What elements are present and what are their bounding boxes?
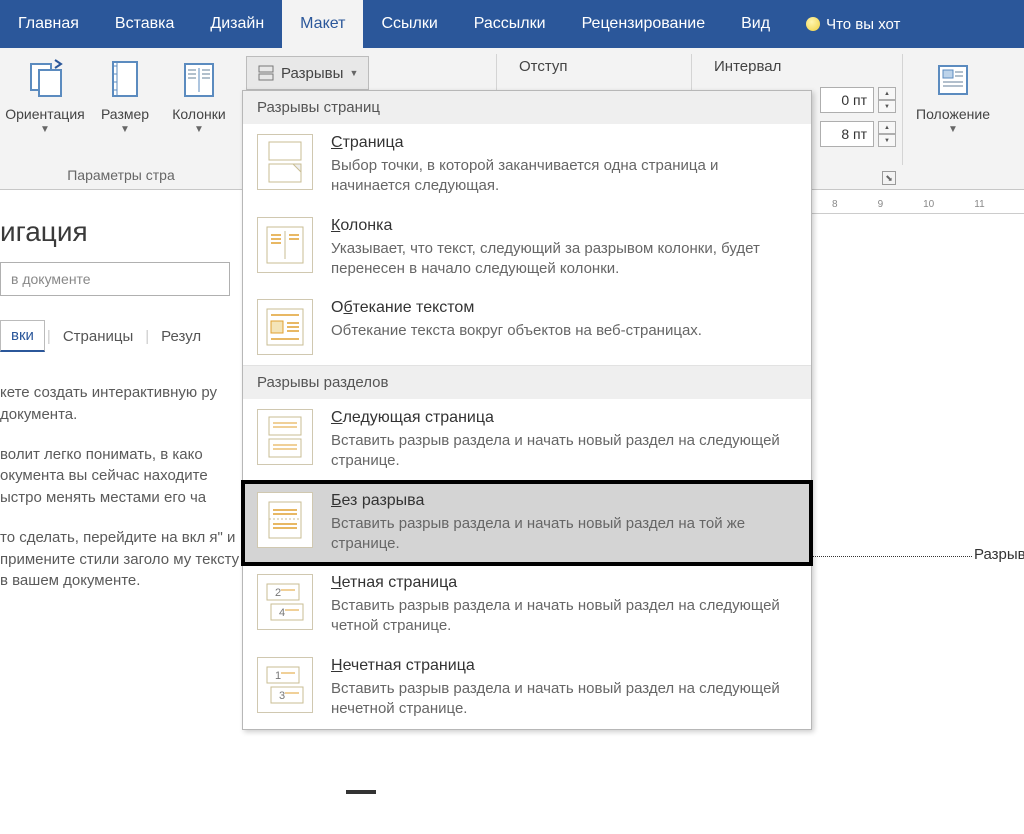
breaks-button[interactable]: Разрывы ▼: [246, 56, 369, 90]
svg-text:2: 2: [275, 587, 281, 599]
breaks-icon: [257, 64, 275, 82]
menu-item-desc: Указывает, что текст, следующий за разры…: [331, 239, 797, 280]
dialog-launcher-icon[interactable]: ⬊: [882, 171, 896, 185]
cursor-mark: [346, 790, 376, 794]
orientation-icon: [25, 58, 65, 102]
ribbon-tabs: Главная Вставка Дизайн Макет Ссылки Расс…: [0, 0, 1024, 48]
chevron-down-icon: ▼: [40, 124, 50, 135]
menu-item-page-break[interactable]: ССтраницатраница Выбор точки, в которой …: [243, 124, 811, 207]
menu-item-odd-page-break[interactable]: 13 Нечетная страница Вставить разрыв раз…: [243, 647, 811, 730]
odd-page-icon: 13: [257, 657, 313, 713]
annotation-label: Разрыв: [974, 546, 1024, 563]
column-break-icon: [257, 217, 313, 273]
menu-item-desc: Вставить разрыв раздела и начать новый р…: [331, 679, 797, 720]
svg-text:3: 3: [279, 690, 285, 702]
size-icon: [105, 58, 145, 102]
spacing-before-input[interactable]: [820, 87, 874, 113]
breaks-menu: Разрывы страниц ССтраницатраница Выбор т…: [242, 90, 812, 730]
spin-down-icon[interactable]: ▼: [878, 134, 896, 147]
menu-item-title: Без разрыва: [331, 492, 797, 510]
navigation-tabs: вки | Страницы | Резул: [0, 320, 240, 352]
tab-mailings[interactable]: Рассылки: [456, 0, 564, 48]
group-page-setup: Ориентация ▼ Размер ▼ Колонки ▼ Параметр…: [0, 48, 242, 189]
breaks-label: Разрывы: [281, 65, 343, 82]
spacing-after-spinner[interactable]: ▲▼: [820, 121, 894, 147]
chevron-down-icon: ▼: [194, 124, 204, 135]
spacing-after-input[interactable]: [820, 121, 874, 147]
chevron-down-icon: ▼: [349, 68, 358, 78]
menu-item-column-break[interactable]: Колонка Указывает, что текст, следующий …: [243, 207, 811, 290]
menu-item-text-wrapping-break[interactable]: Обтекание текстом Обтекание текста вокру…: [243, 289, 811, 365]
menu-item-desc: Вставить разрыв раздела и начать новый р…: [331, 514, 797, 555]
nav-tab-headings[interactable]: вки: [0, 320, 45, 352]
nav-tab-pages[interactable]: Страницы: [53, 322, 143, 351]
menu-item-desc: Выбор точки, в которой заканчивается одн…: [331, 156, 797, 197]
menu-item-title: ССтраницатраница: [331, 134, 797, 152]
menu-item-even-page-break[interactable]: 24 Четная страница Вставить разрыв разде…: [243, 564, 811, 647]
position-label: Положение: [916, 106, 990, 122]
nav-tab-results[interactable]: Резул: [151, 322, 211, 351]
even-page-icon: 24: [257, 574, 313, 630]
menu-item-desc: Вставить разрыв раздела и начать новый р…: [331, 431, 797, 472]
navigation-title: игация: [0, 208, 240, 262]
chevron-down-icon: ▼: [120, 124, 130, 135]
menu-item-title: Нечетная страница: [331, 657, 797, 675]
annotation-leader-line: [812, 556, 972, 557]
menu-item-desc: Вставить разрыв раздела и начать новый р…: [331, 596, 797, 637]
group-page-setup-label: Параметры стра: [0, 165, 242, 187]
orientation-button[interactable]: Ориентация ▼: [0, 52, 90, 135]
spacing-before-spinner[interactable]: ▲▼: [820, 87, 894, 113]
tell-me-label: Что вы хот: [826, 16, 900, 33]
spin-down-icon[interactable]: ▼: [878, 100, 896, 113]
menu-item-title: Четная страница: [331, 574, 797, 592]
indent-label: Отступ: [497, 52, 691, 75]
tab-home[interactable]: Главная: [0, 0, 97, 48]
continuous-break-icon: [257, 492, 313, 548]
menu-item-continuous-break[interactable]: Без разрыва Вставить разрыв раздела и на…: [243, 482, 811, 565]
lightbulb-icon: [806, 17, 820, 31]
columns-button[interactable]: Колонки ▼: [160, 52, 238, 135]
position-icon: [933, 58, 973, 102]
size-button[interactable]: Размер ▼: [90, 52, 160, 135]
chevron-down-icon: ▼: [948, 124, 958, 135]
text-wrapping-icon: [257, 299, 313, 355]
tab-review[interactable]: Рецензирование: [564, 0, 724, 48]
tell-me-search[interactable]: Что вы хот: [788, 0, 918, 48]
group-arrange: Положение ▼: [903, 48, 1024, 189]
page-break-icon: [257, 134, 313, 190]
tab-references[interactable]: Ссылки: [363, 0, 455, 48]
tab-layout[interactable]: Макет: [282, 0, 363, 48]
navigation-pane: игация в документе вки | Страницы | Резу…: [0, 208, 240, 610]
spin-up-icon[interactable]: ▲: [878, 121, 896, 134]
document-page-area: [330, 790, 810, 794]
menu-item-title: Обтекание текстом: [331, 299, 797, 317]
menu-header-page-breaks: Разрывы страниц: [243, 91, 811, 124]
position-button[interactable]: Положение ▼: [903, 52, 1003, 135]
navigation-body: кете создать интерактивную ру документа.…: [0, 382, 240, 592]
size-label: Размер: [101, 106, 149, 122]
orientation-label: Ориентация: [5, 106, 84, 122]
svg-text:4: 4: [279, 607, 285, 619]
tab-insert[interactable]: Вставка: [97, 0, 192, 48]
menu-item-title: Колонка: [331, 217, 797, 235]
search-placeholder: в документе: [11, 271, 91, 287]
tab-view[interactable]: Вид: [723, 0, 788, 48]
navigation-search-input[interactable]: в документе: [0, 262, 230, 296]
menu-header-section-breaks: Разрывы разделов: [243, 365, 811, 399]
menu-item-title: Следующая страница: [331, 409, 797, 427]
columns-label: Колонки: [172, 106, 225, 122]
tab-design[interactable]: Дизайн: [192, 0, 282, 48]
spacing-label: Интервал: [692, 52, 902, 75]
columns-icon: [179, 58, 219, 102]
next-page-icon: [257, 409, 313, 465]
menu-item-next-page-break[interactable]: Следующая страница Вставить разрыв разде…: [243, 399, 811, 482]
horizontal-ruler: 891011: [812, 196, 1024, 214]
svg-text:1: 1: [275, 670, 281, 682]
spin-up-icon[interactable]: ▲: [878, 87, 896, 100]
menu-item-desc: Обтекание текста вокруг объектов на веб-…: [331, 321, 797, 341]
